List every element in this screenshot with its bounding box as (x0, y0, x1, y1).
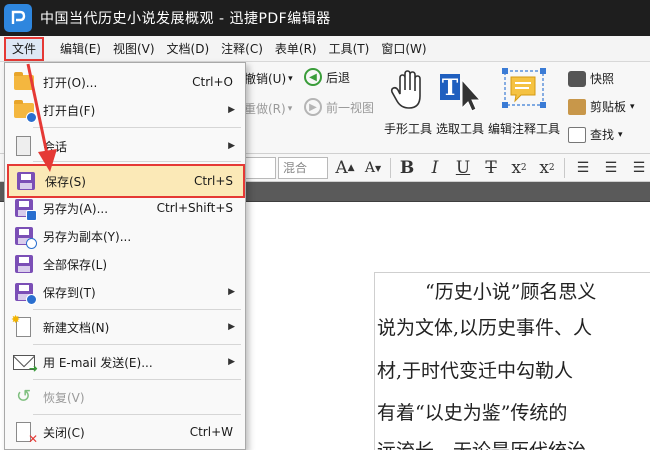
find-icon (568, 126, 586, 143)
dropdown-arrow-icon: ▾ (630, 101, 635, 112)
document-page: “历史小说”顾名思义 说为文体,以历史事件、人 材,于时代变迁中勾勒人 有着“以… (374, 272, 650, 450)
forward-label: 前一视图 (326, 100, 375, 115)
snapshot-button[interactable]: 快照 (568, 70, 614, 87)
find-button[interactable]: 查找 ▾ (568, 126, 623, 143)
hand-tool-button[interactable]: 手形工具 (384, 66, 432, 137)
undo-label: 撤销(U) (244, 72, 287, 86)
submenu-arrow-icon: ▶ (228, 105, 235, 115)
underline-icon[interactable]: U (452, 156, 474, 180)
snapshot-label: 快照 (590, 72, 615, 86)
text-select-icon: T (436, 66, 484, 114)
decrease-font-icon[interactable]: A ▼ (362, 156, 384, 180)
save-copy-icon (13, 225, 37, 249)
select-tool-label: 选取工具 (436, 122, 485, 136)
menu-edit[interactable]: 编辑(E) (54, 37, 107, 61)
close-document-icon: ✕ (13, 421, 38, 446)
menu-item-session[interactable]: 会话 ▶ (7, 129, 243, 163)
back-button[interactable]: ◀ 后退 (304, 68, 350, 86)
svg-text:T: T (442, 75, 459, 101)
shortcut-label: Ctrl+O (192, 75, 233, 89)
menu-tools[interactable]: 工具(T) (323, 37, 376, 61)
menu-item-save-to[interactable]: 保存到(T) ▶ (7, 275, 243, 309)
font-size-combo[interactable]: 混合 (278, 157, 328, 179)
menu-item-close[interactable]: ✕ 关闭(C) Ctrl+W (7, 415, 243, 449)
redo-button[interactable]: 重做(R) ▾ (244, 100, 292, 117)
shortcut-label: Ctrl+Shift+S (156, 201, 233, 215)
hand-icon (384, 66, 432, 114)
dropdown-arrow-icon: ▾ (618, 129, 623, 140)
clipboard-icon (568, 98, 586, 115)
title-bar: 中国当代历史小说发展概观 - 迅捷PDF编辑器 (0, 0, 650, 36)
align-left-icon[interactable]: ☰ (572, 156, 594, 180)
save-all-icon (13, 253, 35, 275)
shortcut-label: Ctrl+W (189, 425, 233, 439)
edit-annotation-tool-label: 编辑注释工具 (488, 122, 561, 136)
subscript-icon[interactable]: x2 (508, 156, 530, 180)
document-line: 说为文体,以历史事件、人 (377, 317, 593, 339)
dropdown-arrow-icon: ▾ (287, 103, 293, 114)
forward-arrow-icon: ▶ (304, 98, 322, 116)
back-arrow-icon: ◀ (304, 68, 322, 86)
submenu-arrow-icon: ▶ (228, 287, 235, 297)
app-logo[interactable] (4, 4, 32, 32)
menu-file[interactable]: 文件 (4, 36, 45, 61)
camera-icon (568, 70, 586, 87)
find-label: 查找 (590, 128, 615, 142)
font-name-combo[interactable] (244, 157, 276, 179)
italic-icon[interactable]: I (424, 156, 446, 180)
save-to-icon (13, 281, 37, 305)
document-line: 材,于时代变迁中勾勒人 (377, 360, 574, 382)
document-line: “历史小说”顾名思义 (425, 281, 597, 303)
strikethrough-icon[interactable]: T (480, 156, 502, 180)
save-floppy-icon (15, 170, 37, 192)
redo-label: 重做(R) (244, 102, 286, 116)
menu-form[interactable]: 表单(R) (269, 37, 323, 61)
pdf-logo-icon (11, 10, 26, 24)
document-line: 有着“以史为鉴”传统的 (377, 402, 568, 424)
font-mode-value: 混合 (283, 161, 308, 175)
menu-comment[interactable]: 注释(C) (215, 37, 269, 61)
window-title: 中国当代历史小说发展概观 - 迅捷PDF编辑器 (40, 11, 331, 27)
open-from-folder-icon (13, 99, 37, 123)
clipboard-button[interactable]: 剪贴板 ▾ (568, 98, 635, 115)
open-folder-icon (13, 71, 35, 93)
undo-button[interactable]: 撤销(U) ▾ (244, 70, 293, 87)
menu-item-send-email[interactable]: ➜ 用 E-mail 发送(E)... ▶ (7, 345, 243, 379)
email-envelope-icon: ➜ (13, 351, 38, 375)
menu-view[interactable]: 视图(V) (107, 37, 161, 61)
menu-document[interactable]: 文档(D) (161, 37, 216, 61)
submenu-arrow-icon: ▶ (228, 141, 235, 151)
shortcut-label: Ctrl+S (193, 174, 233, 188)
back-label: 后退 (326, 70, 351, 85)
save-as-icon (13, 197, 37, 221)
select-tool-button[interactable]: T 选取工具 (436, 66, 484, 137)
clipboard-label: 剪贴板 (590, 100, 627, 114)
session-icon (13, 135, 35, 157)
dropdown-arrow-icon: ▾ (288, 73, 293, 84)
menu-item-new-document[interactable]: ✸ 新建文档(N) ▶ (7, 310, 243, 344)
align-right-icon[interactable]: ☰ (628, 156, 650, 180)
annotation-edit-icon (500, 66, 548, 114)
bold-icon[interactable]: B (396, 156, 418, 180)
revert-icon: ↺ (16, 386, 32, 407)
superscript-icon[interactable]: x2 (536, 156, 558, 180)
hand-tool-label: 手形工具 (384, 122, 433, 136)
menu-window[interactable]: 窗口(W) (375, 37, 432, 61)
new-document-icon: ✸ (11, 313, 35, 338)
increase-font-icon[interactable]: A ▲ (334, 156, 356, 180)
menu-item-revert[interactable]: ↺ 恢复(V) (7, 380, 243, 414)
edit-annotation-tool-button[interactable]: 编辑注释工具 (488, 66, 560, 137)
document-line: 远流长。无论是历代统治 (377, 436, 586, 450)
file-menu-dropdown: 打开(O)... Ctrl+O 打开自(F) ▶ 会话 ▶ 保存(S) Ctrl… (4, 62, 246, 450)
align-center-icon[interactable]: ☰ (600, 156, 622, 180)
submenu-arrow-icon: ▶ (228, 357, 235, 367)
forward-view-button[interactable]: ▶ 前一视图 (304, 98, 374, 116)
menu-item-open-from[interactable]: 打开自(F) ▶ (7, 93, 243, 127)
menu-bar: 文件 编辑(E) 视图(V) 文档(D) 注释(C) 表单(R) 工具(T) 窗… (0, 36, 650, 62)
submenu-arrow-icon: ▶ (228, 322, 235, 332)
